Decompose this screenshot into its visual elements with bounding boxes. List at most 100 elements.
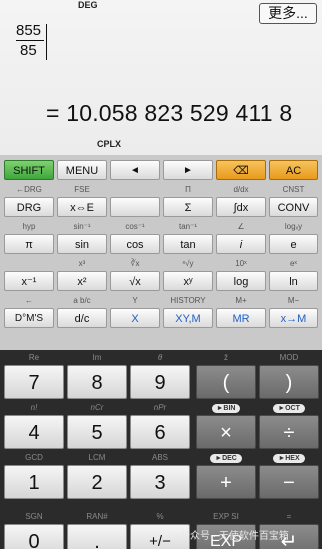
constant-label: CNST — [282, 185, 305, 194]
digit-3-button[interactable]: 3 — [130, 465, 190, 499]
x-variable-button[interactable]: X — [110, 308, 160, 328]
result-readout: = 10.058 823 529 411 8 — [46, 100, 293, 126]
fraction-bar — [16, 40, 44, 41]
keypad: SHIFT MENU ◄ ► ⌫ AC ←DRG FSE Π d/dx CNST… — [0, 155, 322, 549]
hyp-label: hyp — [22, 222, 36, 231]
cube-label: x³ — [78, 259, 86, 268]
acos-label: cos⁻¹ — [125, 222, 145, 231]
cursor-right-button[interactable]: ► — [163, 160, 213, 180]
derivative-label: d/dx — [233, 185, 249, 194]
watermark-text: 公众号 · 天使软件百宝箱 — [180, 531, 289, 542]
sin-button[interactable]: sin — [57, 234, 107, 254]
hex-label: ►HEX — [259, 452, 319, 463]
cos-button[interactable]: cos — [110, 234, 160, 254]
e-button[interactable]: e — [269, 234, 318, 254]
theta-label: θ — [157, 353, 163, 362]
tan-button[interactable]: tan — [163, 234, 213, 254]
sqrt-button[interactable]: √x — [110, 271, 160, 291]
logxy-label: logₓy — [284, 222, 303, 231]
cube-root-label: ∛x — [130, 259, 140, 268]
multiply-button[interactable]: × — [196, 415, 256, 449]
backspace-icon: ⌫ — [233, 165, 249, 177]
all-clear-button[interactable]: AC — [269, 160, 318, 180]
fraction-button[interactable]: d/c — [57, 308, 107, 328]
exp-si-label: EXP SI — [213, 512, 239, 521]
dec-label: ►DEC — [196, 452, 256, 463]
complex-mode-indicator: CPLX — [97, 139, 122, 149]
atan-label: tan⁻¹ — [178, 222, 197, 231]
digit-0-button[interactable]: 0 — [4, 524, 64, 549]
ten-power-label: 10ˣ — [235, 259, 247, 268]
mixed-fraction-label: a b/c — [73, 296, 91, 305]
digit-7-button[interactable]: 7 — [4, 365, 64, 399]
npr-label: nPr — [153, 403, 167, 412]
delete-button[interactable]: ⌫ — [216, 160, 266, 180]
exp-power-label: eˣ — [289, 259, 298, 268]
digit-5-button[interactable]: 5 — [67, 415, 127, 449]
history-label: HISTORY — [170, 296, 206, 305]
digit-2-button[interactable]: 2 — [67, 465, 127, 499]
input-cursor — [46, 24, 47, 60]
reciprocal-button[interactable]: x⁻¹ — [4, 271, 54, 291]
x-to-e-button[interactable]: x⇔E — [57, 197, 107, 217]
digit-9-button[interactable]: 9 — [130, 365, 190, 399]
equals-label: = — [286, 512, 292, 521]
left-paren-button[interactable]: ( — [196, 365, 256, 399]
dec-pill: ►DEC — [210, 454, 242, 463]
angle-mode-indicator: DEG — [78, 0, 98, 10]
shift-button[interactable]: SHIFT — [4, 160, 54, 180]
memory-minus-label: M− — [287, 296, 300, 305]
drg-back-label: ←DRG — [16, 185, 42, 194]
store-memory-button[interactable]: x→M — [269, 308, 318, 328]
digit-8-button[interactable]: 8 — [67, 365, 127, 399]
real-part-label: Re — [28, 353, 40, 362]
random-label: RAN# — [86, 512, 108, 521]
menu-button[interactable]: MENU — [57, 160, 107, 180]
xth-root-label: ˣ√y — [182, 259, 194, 268]
oct-pill: ►OCT — [273, 404, 305, 413]
log-button[interactable]: log — [216, 271, 266, 291]
right-paren-button[interactable]: ) — [259, 365, 319, 399]
power-button[interactable]: xʸ — [163, 271, 213, 291]
square-button[interactable]: x² — [57, 271, 107, 291]
fraction-numerator: 855 — [16, 22, 42, 39]
angle-label: ∠ — [237, 222, 245, 231]
digit-4-button[interactable]: 4 — [4, 415, 64, 449]
pi-button[interactable]: π — [4, 234, 54, 254]
blank-button[interactable] — [110, 197, 160, 217]
integral-button[interactable]: ∫dx — [216, 197, 266, 217]
factorial-label: n! — [30, 403, 38, 412]
asin-label: sin⁻¹ — [73, 222, 91, 231]
plus-button[interactable]: + — [196, 465, 256, 499]
calculator-display: DEG 更多... 855 85 = 10.058 823 529 411 8 … — [0, 0, 322, 155]
percent-label: % — [156, 512, 164, 521]
imag-part-label: Im — [92, 353, 102, 362]
ncr-label: nCr — [90, 403, 104, 412]
divide-button[interactable]: ÷ — [259, 415, 319, 449]
fraction-denominator: 85 — [20, 42, 37, 59]
gcd-label: GCD — [25, 453, 43, 462]
mod-label: MOD — [279, 353, 299, 362]
more-button[interactable]: 更多... — [259, 3, 317, 24]
input-fraction[interactable]: 855 85 — [16, 22, 50, 59]
cursor-left-button[interactable]: ◄ — [110, 160, 160, 180]
convert-button[interactable]: CONV — [269, 197, 318, 217]
y-variable-label: Y — [132, 296, 138, 305]
memory-plus-label: M+ — [235, 296, 247, 305]
digit-6-button[interactable]: 6 — [130, 415, 190, 449]
sum-button[interactable]: Σ — [163, 197, 213, 217]
sgn-label: SGN — [25, 512, 43, 521]
minus-button[interactable]: − — [259, 465, 319, 499]
ln-button[interactable]: ln — [269, 271, 318, 291]
oct-label: ►OCT — [259, 402, 319, 413]
back-arrow-label: ← — [25, 296, 33, 305]
decimal-point-button[interactable]: . — [67, 524, 127, 549]
abs-label: ABS — [151, 453, 168, 462]
imaginary-button[interactable]: i — [216, 234, 266, 254]
dms-button[interactable]: D°M'S — [4, 308, 54, 328]
memory-recall-button[interactable]: MR — [216, 308, 266, 328]
fse-label: FSE — [74, 185, 90, 194]
drg-button[interactable]: DRG — [4, 197, 54, 217]
digit-1-button[interactable]: 1 — [4, 465, 64, 499]
xym-button[interactable]: XY,M — [163, 308, 213, 328]
